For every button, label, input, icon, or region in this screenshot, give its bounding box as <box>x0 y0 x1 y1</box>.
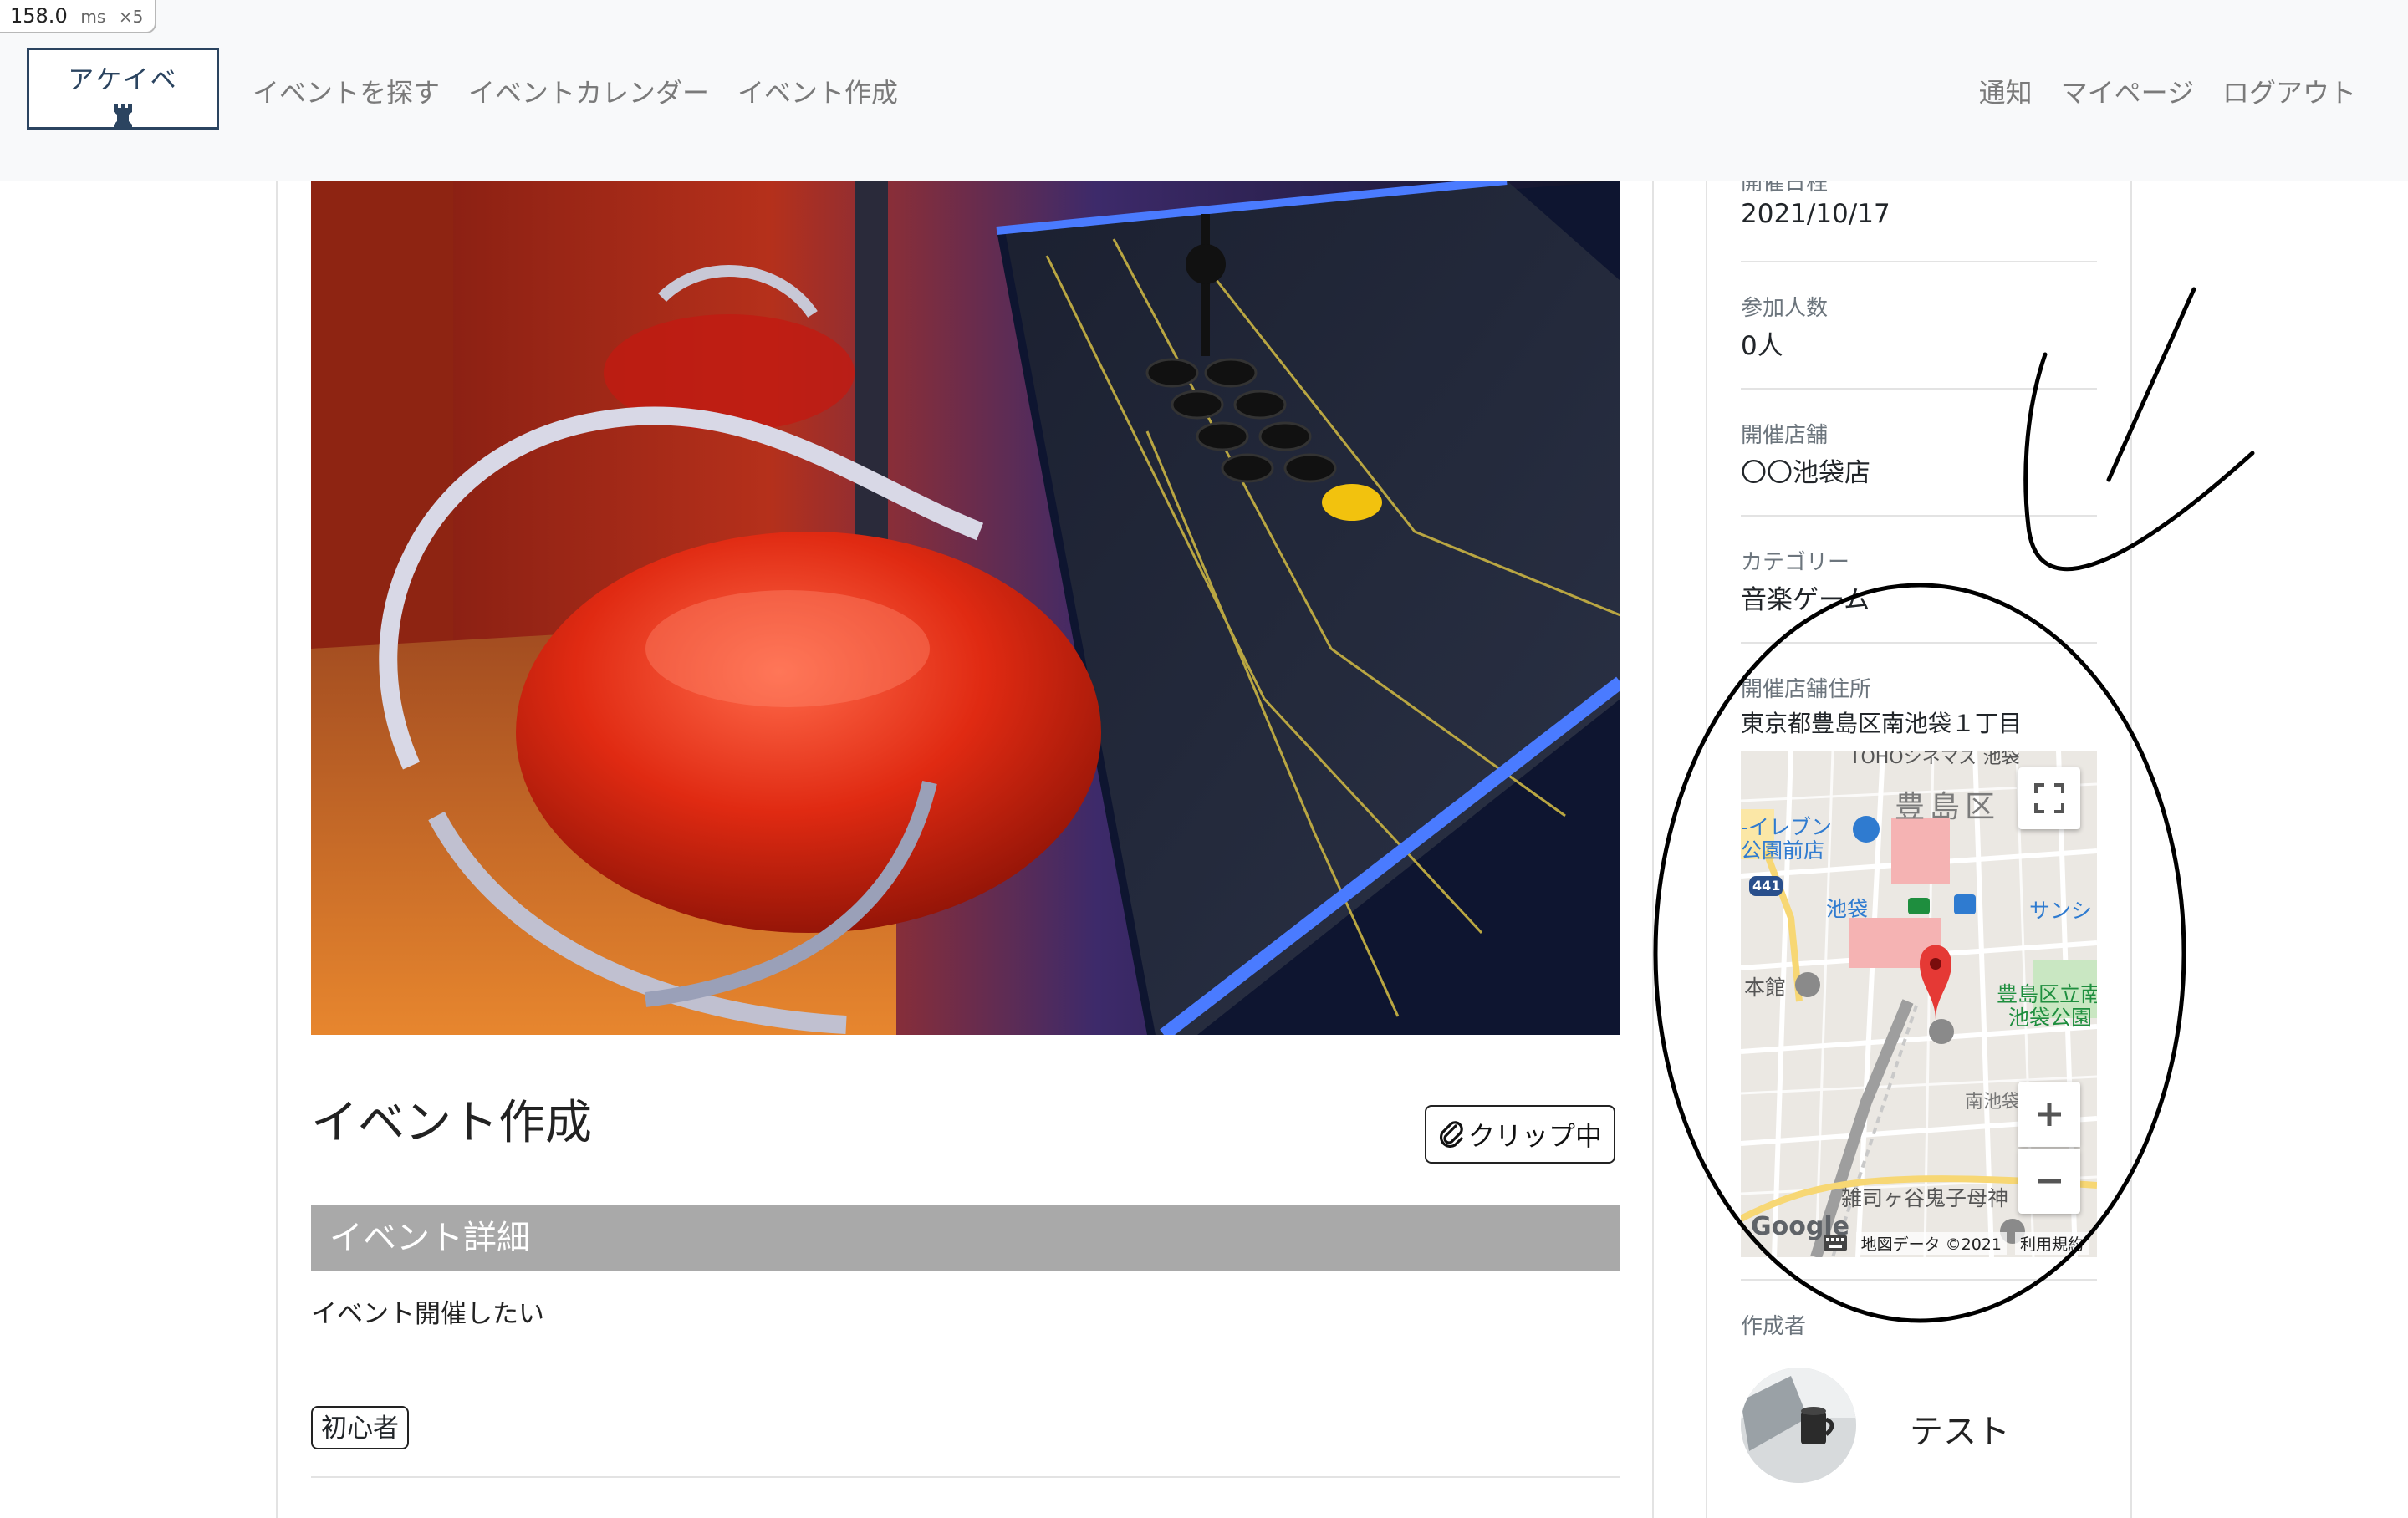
event-title: イベント作成 <box>311 1096 592 1150</box>
paperclip-icon <box>1439 1121 1463 1149</box>
map-zoom-out-button[interactable] <box>2018 1149 2080 1214</box>
divider <box>1741 388 2097 390</box>
nav-right: 通知 マイページ ログアウト <box>1979 72 2356 110</box>
nav-event-calendar[interactable]: イベントカレンダー <box>468 72 709 110</box>
map-fullscreen-button[interactable] <box>2018 767 2080 829</box>
navbar: 158.0 ms ×5 アケイベ イベントを探す イベントカレンダー イベント作… <box>0 0 2408 181</box>
nav-create-event[interactable]: イベント作成 <box>737 72 898 110</box>
category-label: カテゴリー <box>1741 550 1850 575</box>
perf-value: 158.0 <box>10 4 68 28</box>
fullscreen-icon <box>2034 783 2064 813</box>
avatar[interactable] <box>1741 1368 1856 1483</box>
map-label-sunshine: サンシ <box>2029 899 2093 923</box>
clip-label: クリップ中 <box>1468 1120 1603 1152</box>
brand-name: アケイベ <box>68 65 178 95</box>
tag-beginner[interactable]: 初心者 <box>311 1406 409 1449</box>
address-value: 東京都豊島区南池袋１丁目 <box>1741 710 2023 737</box>
nav-logout[interactable]: ログアウト <box>2222 72 2356 110</box>
category-value: 音楽ゲーム <box>1741 585 1870 615</box>
section-heading-details: イベント詳細 <box>311 1205 1620 1271</box>
clip-button[interactable]: クリップ中 <box>1425 1105 1616 1164</box>
divider <box>1741 1279 2097 1281</box>
rook-icon <box>114 104 132 128</box>
map-label-zoshigaya: 雑司ヶ谷鬼子母神 <box>1841 1186 2009 1210</box>
divider <box>311 1476 1620 1478</box>
participants-label: 参加人数 <box>1741 296 1829 321</box>
date-value: 2021/10/17 <box>1741 199 1890 229</box>
perf-multiplier: ×5 <box>118 7 144 27</box>
divider <box>1741 515 2097 517</box>
store-value: 〇〇池袋店 <box>1741 458 1870 488</box>
participants-value: 0人 <box>1741 331 1783 361</box>
store-label: 開催店舗 <box>1741 423 1829 448</box>
address-label: 開催店舗住所 <box>1741 677 1872 702</box>
nav-find-events[interactable]: イベントを探す <box>253 72 440 110</box>
google-map[interactable]: TOHOシネマズ 池袋 豊島区 -イレブン 公園前店 441 池袋 サンシ 本館… <box>1741 751 2097 1257</box>
map-label-ward: 豊島区 <box>1895 790 2001 824</box>
map-terms-link[interactable]: 利用規約 <box>2014 1231 2089 1255</box>
brand-logo[interactable]: アケイベ <box>27 48 219 130</box>
perf-meter: 158.0 ms ×5 <box>0 0 157 33</box>
author-name: テスト <box>1910 1413 2010 1451</box>
divider <box>1741 642 2097 644</box>
nav-left: イベントを探す イベントカレンダー イベント作成 <box>253 72 898 110</box>
divider <box>1741 261 2097 262</box>
nav-notifications[interactable]: 通知 <box>1979 72 2033 110</box>
map-label-honkan: 本館 <box>1744 975 1787 1000</box>
keyboard-icon <box>1823 1235 1847 1251</box>
map-label-park2: 池袋公園 <box>2008 1006 2093 1030</box>
map-label-park-front: 公園前店 <box>1741 838 1825 863</box>
author-label: 作成者 <box>1741 1314 1807 1339</box>
map-zoom-in-button[interactable] <box>2018 1082 2080 1147</box>
perf-unit: ms <box>80 7 106 27</box>
map-data-credit: 地図データ ©2021 <box>1855 1231 2007 1255</box>
map-footer: 地図データ ©2021 利用規約 <box>1741 1229 2097 1257</box>
map-label-minami: 南池袋 <box>1965 1092 2021 1113</box>
event-description: イベント開催したい <box>311 1299 544 1329</box>
map-label-route: 441 <box>1752 878 1781 894</box>
nav-mypage[interactable]: マイページ <box>2061 72 2194 110</box>
map-label-ikebukuro: 池袋 <box>1826 897 1869 921</box>
map-label-toho: TOHOシネマズ 池袋 <box>1849 751 2020 768</box>
event-hero-image <box>311 181 1620 1035</box>
minus-icon <box>2038 1179 2061 1184</box>
plus-icon <box>2038 1103 2061 1126</box>
